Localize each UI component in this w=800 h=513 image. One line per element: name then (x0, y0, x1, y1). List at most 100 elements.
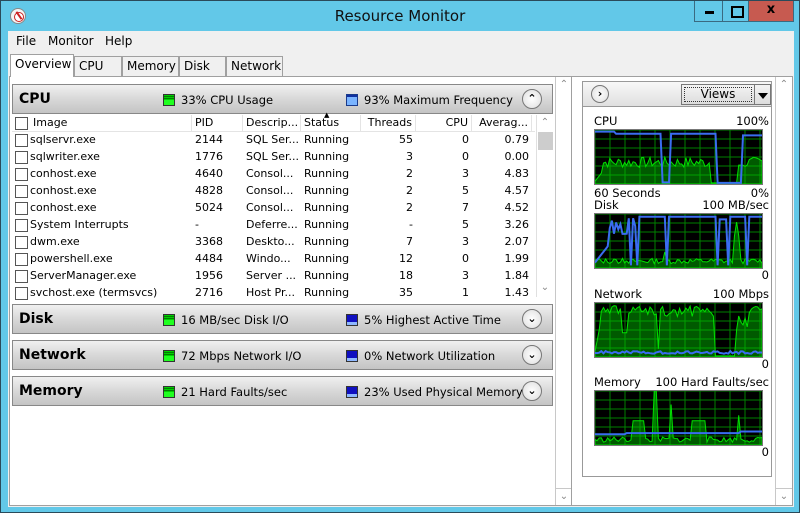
table-row[interactable]: powershell.exe 4484 Windo... Running 12 0 1.99 (12, 251, 535, 268)
views-dropdown-arrow-icon[interactable] (755, 84, 771, 105)
cell-image: sqlwriter.exe (30, 150, 100, 163)
memory-graph-canvas (594, 390, 763, 446)
status-header-label: Status (304, 116, 340, 129)
row-checkbox[interactable] (15, 236, 28, 249)
tab-network[interactable]: Network (226, 56, 283, 76)
row-checkbox[interactable] (15, 202, 28, 215)
column-header-threads[interactable]: Threads (361, 115, 416, 132)
network-section-header[interactable]: Network 72 Mbps Network I/O 0% Network U… (12, 340, 553, 370)
cell-status: Running (304, 184, 350, 197)
lightblue-legend-icon (346, 94, 358, 106)
column-header-image[interactable]: Image (30, 115, 192, 132)
cell-pid: - (195, 218, 199, 231)
cell-desc: Consol... (246, 167, 294, 180)
network-io-trace (595, 304, 762, 357)
table-row[interactable]: conhost.exe 4828 Consol... Running 2 5 4.57 (12, 183, 535, 200)
cell-cpu: 3 (462, 167, 469, 180)
row-checkbox[interactable] (15, 253, 28, 266)
cell-status: Running (304, 286, 350, 299)
maximize-button[interactable] (722, 1, 749, 22)
table-row[interactable]: sqlwriter.exe 1776 SQL Ser... Running 3 0 0.00 (12, 149, 535, 166)
cell-pid: 4640 (195, 167, 223, 180)
cell-threads: 35 (399, 286, 413, 299)
scroll-thumb[interactable] (538, 132, 553, 150)
cell-threads: 7 (406, 235, 413, 248)
cell-pid: 2144 (195, 133, 223, 146)
tab-strip: Overview CPU Memory Disk Network (8, 54, 794, 77)
cpu-process-table: Image PID Descrip... Status ▲ Threads CP… (12, 111, 553, 303)
cell-image: dwm.exe (30, 235, 80, 248)
scroll-down-icon[interactable]: ⌄ (776, 488, 792, 504)
column-header-average[interactable]: Averag... (472, 115, 532, 132)
column-header-status[interactable]: Status ▲ (301, 111, 361, 132)
cell-threads: 2 (406, 201, 413, 214)
tab-overview[interactable]: Overview (10, 54, 74, 77)
network-section-title: Network (19, 347, 86, 363)
collapse-graph-pane-button[interactable]: › (591, 85, 609, 103)
cell-cpu: 7 (462, 201, 469, 214)
scroll-down-icon[interactable]: ⌄ (556, 488, 572, 504)
cell-status: Running (304, 269, 350, 282)
scroll-up-icon[interactable]: ⌃ (537, 115, 553, 131)
cell-avg: 3.26 (504, 218, 530, 231)
column-header-pid[interactable]: PID (192, 115, 243, 132)
row-checkbox[interactable] (15, 219, 28, 232)
cpu-section-header[interactable]: CPU 33% CPU Usage 93% Maximum Frequency … (12, 84, 553, 114)
menu-monitor[interactable]: Monitor (48, 34, 94, 48)
scroll-up-icon[interactable]: ⌃ (556, 77, 572, 93)
cell-image: conhost.exe (30, 184, 97, 197)
minimize-button[interactable] (694, 1, 723, 22)
column-header-cpu[interactable]: CPU (416, 115, 472, 132)
tab-cpu[interactable]: CPU (74, 56, 122, 76)
cell-cpu: 0 (462, 252, 469, 265)
collapse-cpu-button[interactable]: ⌃ (522, 89, 542, 109)
scroll-up-icon[interactable]: ⌃ (776, 77, 792, 93)
table-row[interactable]: System Interrupts - Deferre... Running - 5 3.2… (12, 217, 535, 234)
scroll-down-icon[interactable]: ⌄ (537, 280, 553, 296)
network-graph-min: 0 (761, 357, 769, 371)
memory-section-header[interactable]: Memory 21 Hard Faults/sec 23% Used Physi… (12, 376, 553, 406)
table-row[interactable]: conhost.exe 5024 Consol... Running 2 7 4.52 (12, 200, 535, 217)
row-checkbox[interactable] (15, 287, 28, 300)
menu-help[interactable]: Help (105, 34, 132, 48)
disk-section-header[interactable]: Disk 16 MB/sec Disk I/O 5% Highest Activ… (12, 304, 553, 334)
row-checkbox[interactable] (15, 168, 28, 181)
left-pane-scrollbar[interactable]: ⌃ ⌄ (555, 77, 572, 505)
cell-threads: 2 (406, 167, 413, 180)
tab-disk[interactable]: Disk (179, 56, 226, 76)
expand-disk-button[interactable]: ⌄ (522, 309, 542, 329)
row-checkbox[interactable] (15, 185, 28, 198)
process-table-scrollbar[interactable]: ⌃ ⌄ (536, 115, 553, 297)
table-row[interactable]: dwm.exe 3368 Deskto... Running 7 3 2.07 (12, 234, 535, 251)
title-bar[interactable]: Resource Monitor x (1, 1, 799, 31)
cell-threads: - (409, 218, 413, 231)
cell-avg: 4.52 (504, 201, 530, 214)
column-header-description[interactable]: Descrip... (243, 115, 301, 132)
green-legend-icon (163, 94, 175, 106)
select-all-checkbox[interactable] (15, 117, 28, 130)
table-row[interactable]: sqlservr.exe 2144 SQL Ser... Running 55 0 0.79 (12, 132, 535, 149)
row-checkbox[interactable] (15, 151, 28, 164)
cell-cpu: 5 (462, 184, 469, 197)
tab-memory[interactable]: Memory (122, 56, 179, 76)
cell-threads: 12 (399, 252, 413, 265)
cpu-graph-label: CPU (594, 114, 618, 128)
cell-threads: 3 (406, 150, 413, 163)
cell-pid: 1776 (195, 150, 223, 163)
table-row[interactable]: conhost.exe 4640 Consol... Running 2 3 4.83 (12, 166, 535, 183)
row-checkbox[interactable] (15, 270, 28, 283)
cell-desc: Deskto... (246, 235, 295, 248)
expand-network-button[interactable]: ⌄ (522, 345, 542, 365)
table-row[interactable]: svchost.exe (termsvcs) 2716 Host Pr... Runn… (12, 285, 535, 302)
table-row[interactable]: ServerManager.exe 1956 Server ... Running 18… (12, 268, 535, 285)
close-button[interactable]: x (748, 1, 794, 22)
graphs-pane-scrollbar[interactable]: ⌃ ⌄ (775, 77, 792, 505)
cell-desc: Host Pr... (246, 286, 295, 299)
cell-pid: 3368 (195, 235, 223, 248)
row-checkbox[interactable] (15, 134, 28, 147)
views-button[interactable]: Views (681, 84, 755, 105)
cpu-usage-metric: 33% CPU Usage (181, 93, 274, 107)
cell-avg: 0.00 (504, 150, 530, 163)
menu-file[interactable]: File (16, 34, 36, 48)
expand-memory-button[interactable]: ⌄ (522, 381, 542, 401)
